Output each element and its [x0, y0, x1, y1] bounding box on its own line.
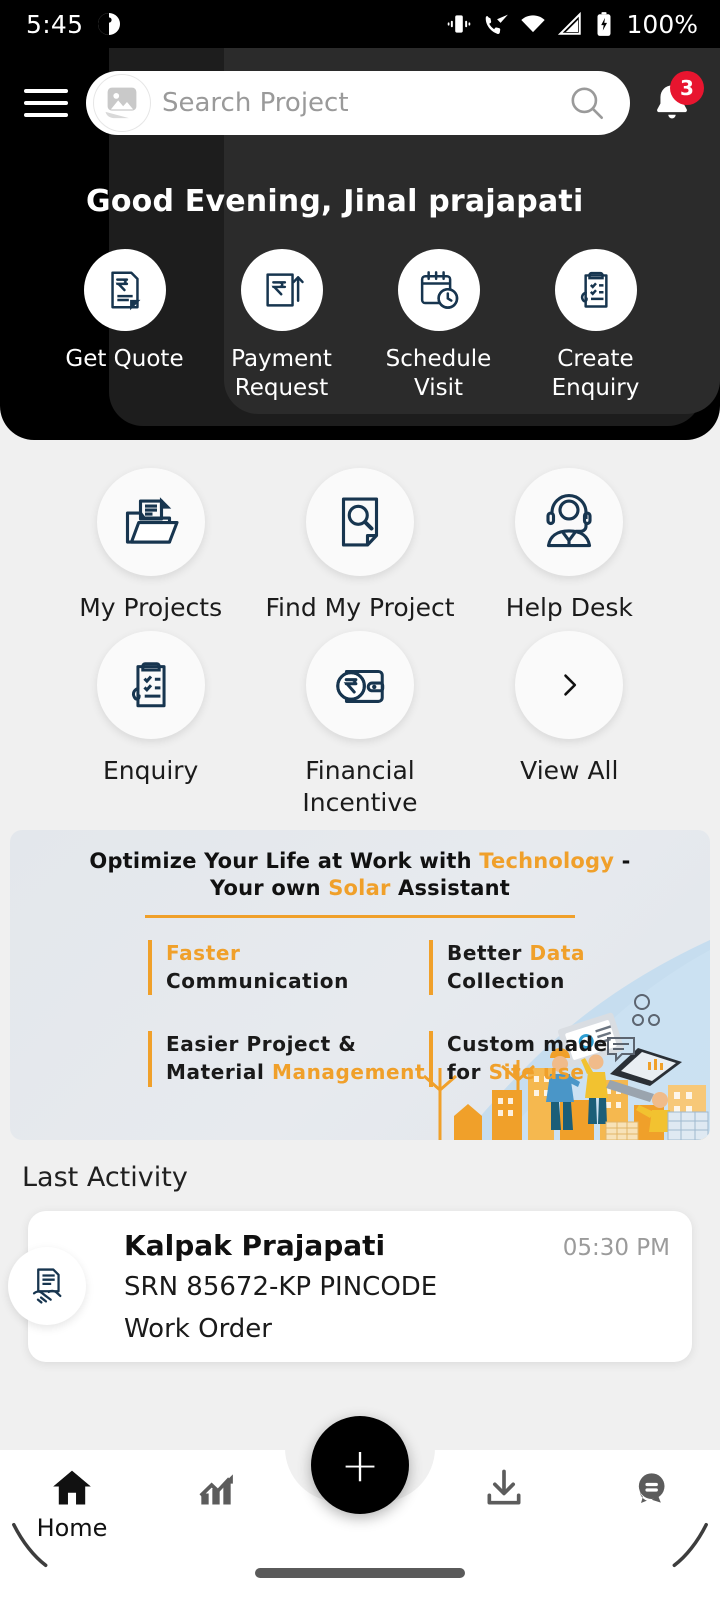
- image-placeholder-icon: [94, 75, 150, 131]
- gesture-home-indicator[interactable]: [255, 1568, 465, 1578]
- quick-actions-row: Get Quote Payment Request Schedule Visit…: [0, 219, 720, 404]
- activity-type: Work Order: [124, 1313, 272, 1344]
- nav-corner-left-decoration: [12, 1522, 48, 1568]
- last-activity-list: Kalpak Prajapati 05:30 PM SRN 85672-KP P…: [8, 1210, 692, 1362]
- battery-charging-icon: [597, 12, 611, 36]
- search-input[interactable]: [162, 88, 554, 118]
- quick-action-payment-request[interactable]: Payment Request: [203, 249, 360, 404]
- activity-header-row: Kalpak Prajapati 05:30 PM: [124, 1229, 670, 1262]
- hamburger-icon[interactable]: [24, 83, 72, 123]
- banner-headline-accent1: Technology: [479, 848, 615, 873]
- banner-headline-tail1: -: [614, 848, 631, 873]
- feature-text: Material: [166, 1059, 272, 1084]
- signal-icon: [557, 11, 581, 35]
- last-activity-title: Last Activity: [22, 1161, 188, 1193]
- menu-item-financial-incentive[interactable]: Financial Incentive: [255, 631, 464, 818]
- menu-item-my-projects[interactable]: My Projects: [46, 468, 255, 623]
- call-wifi-icon: [485, 14, 508, 35]
- banner-headline-tail2: Assistant: [390, 876, 510, 901]
- promo-banner[interactable]: Optimize Your Life at Work with Technolo…: [10, 829, 710, 1140]
- search-icon[interactable]: [566, 82, 608, 124]
- add-button-fab[interactable]: +: [311, 1416, 409, 1514]
- menu-item-label: My Projects: [79, 593, 223, 622]
- menu-item-label: Enquiry: [102, 756, 199, 786]
- feature-text: Easier Project &: [166, 1032, 357, 1057]
- quick-action-label: Schedule Visit: [385, 346, 492, 402]
- feature-text: Collection: [447, 968, 565, 993]
- header-toolbar: 3: [0, 48, 720, 158]
- feature-text: for: [447, 1059, 489, 1084]
- banner-feature-faster-communication: Faster Communication: [148, 940, 429, 996]
- menu-item-view-all[interactable]: View All: [465, 631, 674, 818]
- banner-feature-material-management: Easier Project & Material Management: [148, 1031, 429, 1087]
- banner-headline: Optimize Your Life at Work with Technolo…: [10, 830, 710, 903]
- feature-accent-text: Site use: [488, 1059, 585, 1084]
- banner-feature-better-data-collection: Better Data Collection: [429, 940, 710, 996]
- app-header: 3 Good Evening, Jinal prajapati Get Quot…: [0, 48, 720, 440]
- wallet-rupee-icon: [305, 631, 414, 740]
- search-bar[interactable]: [86, 71, 630, 135]
- menu-item-enquiry[interactable]: Enquiry: [46, 631, 255, 818]
- headset-agent-icon: [515, 468, 624, 576]
- status-bar-clock: 5:45: [26, 9, 84, 39]
- folder-documents-icon: [96, 468, 205, 576]
- calendar-clock-icon: [397, 249, 480, 331]
- feature-accent-text: Faster: [166, 941, 241, 966]
- payment-request-icon: [240, 249, 323, 331]
- document-search-icon: [305, 468, 414, 576]
- banner-headline-accent2: Solar: [328, 876, 391, 901]
- feature-text: Better: [447, 941, 530, 966]
- quick-action-schedule-visit[interactable]: Schedule Visit: [360, 249, 517, 404]
- menu-item-label: View All: [520, 756, 619, 786]
- feature-text: Communication: [166, 968, 349, 993]
- document-handshake-icon: [8, 1247, 86, 1326]
- analytics-chart-icon: [199, 1474, 233, 1505]
- menu-item-label: Find My Project: [265, 593, 455, 622]
- notifications-button[interactable]: 3: [644, 71, 704, 133]
- quick-action-label: Payment Request: [231, 346, 332, 402]
- menu-item-help-desk[interactable]: Help Desk: [465, 468, 674, 623]
- activity-card[interactable]: Kalpak Prajapati 05:30 PM SRN 85672-KP P…: [8, 1210, 692, 1362]
- menu-item-find-my-project[interactable]: Find My Project: [255, 468, 464, 623]
- nav-corner-right-decoration: [672, 1522, 708, 1568]
- chat-bubble-icon: [638, 1473, 665, 1504]
- menu-grid: My Projects Find My Project Help Desk En…: [0, 440, 720, 818]
- battery-percent-label: 100%: [626, 9, 698, 39]
- banner-headline-part1: Optimize Your Life at Work with: [89, 848, 480, 873]
- quick-action-label: Create Enquiry: [551, 346, 640, 402]
- home-icon: [53, 1470, 91, 1505]
- download-icon: [487, 1469, 521, 1505]
- quick-action-get-quote[interactable]: Get Quote: [46, 249, 203, 404]
- status-bar: 5:45 100%: [0, 0, 720, 48]
- notification-badge: 3: [670, 71, 704, 105]
- status-bar-right: 100%: [446, 10, 698, 39]
- feature-accent-text: Data: [529, 941, 586, 966]
- invoice-rupee-icon: [83, 249, 166, 331]
- banner-feature-custom-site-use: Custom made for Site use: [429, 1031, 710, 1087]
- feature-text: Custom made: [447, 1032, 608, 1057]
- activity-reference: SRN 85672-KP PINCODE: [124, 1271, 438, 1302]
- banner-features: Faster Communication Better Data Collect…: [10, 918, 710, 1087]
- clipboard-check-icon: [96, 631, 205, 740]
- activity-timestamp: 05:30 PM: [562, 1234, 670, 1261]
- quick-action-label: Get Quote: [65, 346, 184, 372]
- greeting-text: Good Evening, Jinal prajapati: [86, 184, 584, 219]
- feature-accent-text: Management: [271, 1059, 426, 1084]
- clipboard-check-icon: [554, 249, 637, 331]
- chevron-right-icon: [515, 631, 624, 740]
- app-dot-icon: [98, 13, 121, 35]
- status-bar-left: 5:45: [26, 10, 121, 39]
- wifi-icon: [520, 15, 545, 33]
- plus-icon: +: [340, 1438, 380, 1492]
- nav-item-downloads[interactable]: [432, 1466, 576, 1514]
- menu-item-label: Help Desk: [505, 593, 633, 622]
- nav-item-analytics[interactable]: [144, 1466, 288, 1514]
- banner-headline-part2: Your own: [210, 876, 329, 901]
- vibrate-icon: [447, 15, 470, 33]
- nav-item-chat[interactable]: [576, 1466, 720, 1514]
- menu-item-label: Financial Incentive: [302, 756, 418, 817]
- activity-person-name: Kalpak Prajapati: [124, 1228, 386, 1262]
- quick-action-create-enquiry[interactable]: Create Enquiry: [517, 249, 674, 404]
